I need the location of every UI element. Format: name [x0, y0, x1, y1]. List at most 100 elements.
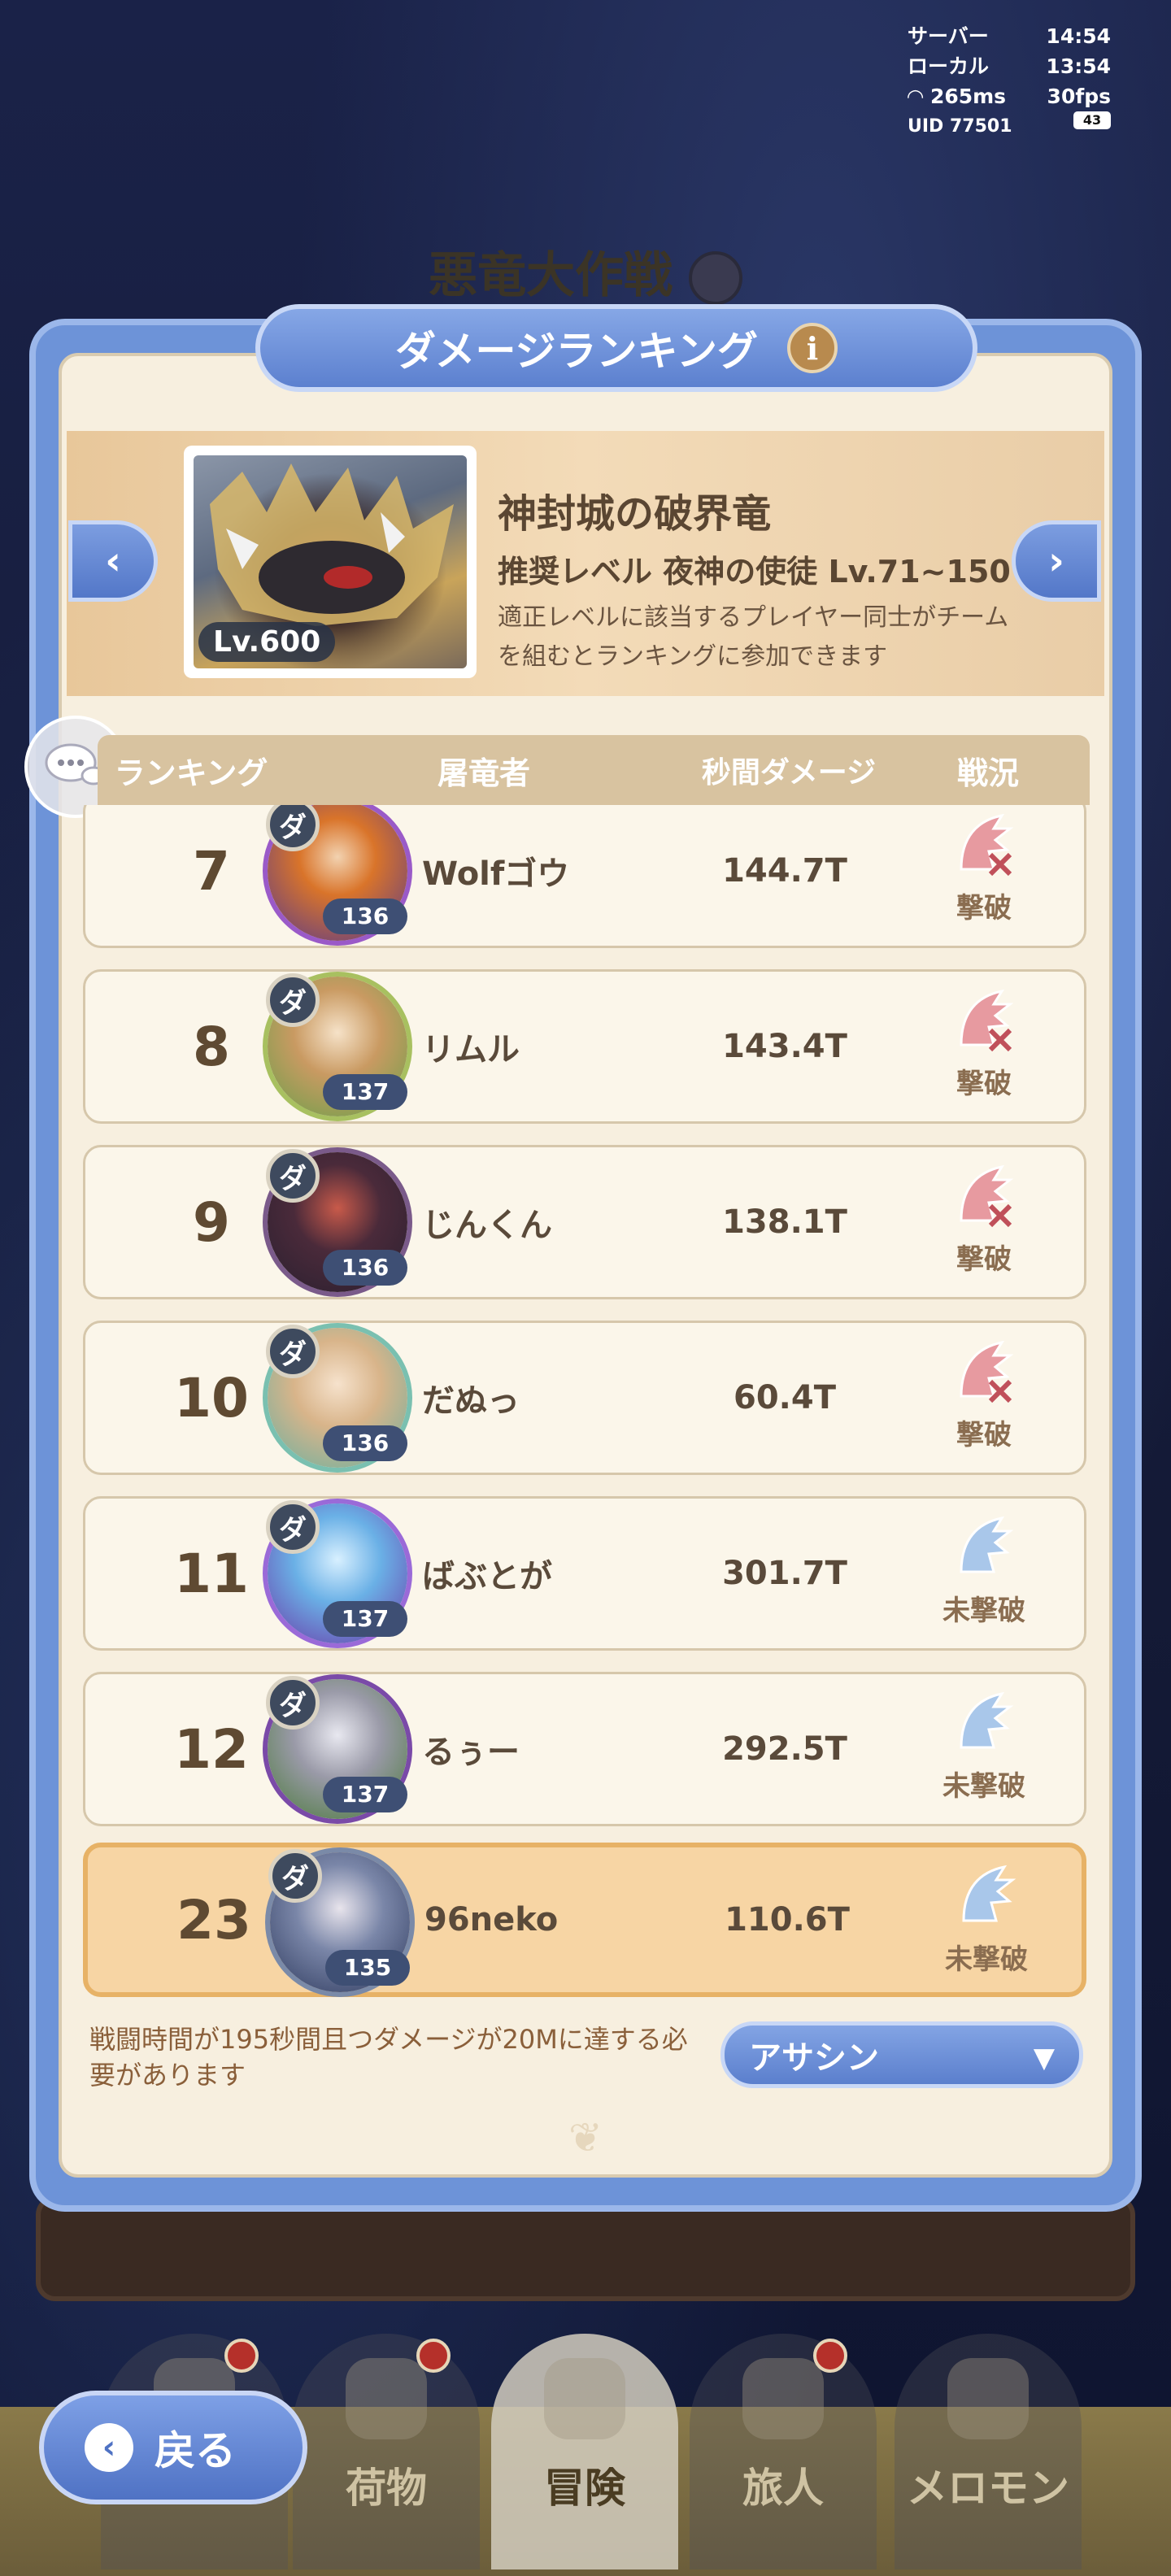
boss-participation-note: 適正レベルに該当するプレイヤー同士がチームを組むとランキングに参加できます	[498, 603, 1009, 671]
nav-item-melomon[interactable]: メロモン	[895, 2334, 1082, 2569]
chest-icon	[346, 2358, 427, 2439]
player-level-badge: 137	[323, 1074, 407, 1110]
dragon-boss-image: Lv.600	[194, 455, 467, 668]
player-dps: 292.5T	[722, 1730, 847, 1768]
local-time: 13:54	[1046, 54, 1111, 78]
uid-value: UID 77501	[908, 116, 1012, 137]
dragon-defeated-icon	[945, 805, 1023, 882]
header-rank: ランキング	[114, 755, 268, 791]
player-level-badge: 136	[323, 1250, 407, 1286]
dragon-undefeated-icon	[947, 1856, 1025, 1934]
player-dps: 301.7T	[722, 1555, 847, 1592]
header-dps: 秒間ダメージ	[701, 756, 877, 790]
dragon-undefeated-icon	[945, 1507, 1023, 1585]
ping-value: 265ms	[929, 85, 1007, 108]
dragon-defeated-icon	[945, 1155, 1023, 1234]
chevron-left-icon: ‹	[105, 538, 121, 584]
ranking-row[interactable]: 7 ダ 136 Wolfゴウ 144.7T 撃破	[83, 805, 1086, 948]
dragon-defeated-icon	[945, 980, 1023, 1058]
player-dps: 138.1T	[722, 1203, 847, 1241]
nav-item-adventure[interactable]: 冒険	[491, 2334, 678, 2569]
modal-title-bar: ダメージランキング i	[255, 304, 977, 392]
player-level-badge: 137	[323, 1777, 407, 1812]
player-dps: 60.4T	[734, 1379, 836, 1416]
class-select-value: アサシン	[749, 2039, 879, 2077]
player-name: リムル	[422, 1031, 520, 1068]
server-label: サーバー	[908, 24, 989, 48]
battle-status: 撃破	[907, 972, 1061, 1121]
assassin-class-icon: ダ	[266, 1676, 320, 1730]
caret-down-icon: ▼	[1033, 2042, 1055, 2074]
player-level-badge: 136	[323, 899, 407, 934]
back-button[interactable]: ‹ 戻る	[39, 2391, 307, 2504]
assassin-class-icon: ダ	[266, 1500, 320, 1554]
back-label: 戻る	[155, 2427, 236, 2474]
player-level-badge: 137	[323, 1601, 407, 1637]
player-name: ばぶとが	[422, 1558, 552, 1595]
nav-item-traveler[interactable]: 旅人	[690, 2334, 877, 2569]
info-icon[interactable]: i	[787, 323, 838, 373]
player-dps: 144.7T	[722, 852, 847, 890]
server-time: 14:54	[1046, 24, 1111, 48]
boss-recommended-level: 推奨レベル 夜神の使徒 Lv.71~150	[498, 554, 1011, 590]
ranking-list[interactable]: 7 ダ 136 Wolfゴウ 144.7T 撃破 8 ダ 137 リムル 143…	[81, 805, 1090, 1834]
dragon-defeated-icon	[945, 1331, 1023, 1409]
nav-label-inventory: 荷物	[346, 2465, 427, 2512]
ranking-row[interactable]: 12 ダ 137 るぅー 292.5T 未撃破	[83, 1672, 1086, 1826]
boss-level-badge: Lv.600	[198, 622, 336, 662]
nav-label-traveler: 旅人	[742, 2465, 824, 2512]
status-label: 未撃破	[945, 1943, 1028, 1976]
assassin-class-icon: ダ	[266, 1149, 320, 1203]
status-label: 撃破	[956, 1068, 1012, 1100]
header-player: 屠竜者	[437, 755, 530, 791]
player-dps: 110.6T	[725, 1901, 850, 1939]
boss-portrait: Lv.600	[184, 446, 477, 678]
battle-status: 撃破	[907, 805, 1061, 946]
battery-level: 43	[1082, 112, 1102, 128]
class-select-dropdown[interactable]: アサシン ▼	[720, 2021, 1083, 2088]
player-level-badge: 135	[325, 1950, 410, 1986]
status-label: 撃破	[956, 1419, 1012, 1451]
nav-item-inventory[interactable]: 荷物	[293, 2334, 480, 2569]
ping-readout: ◠ 265ms	[908, 81, 1006, 111]
ranking-row[interactable]: 8 ダ 137 リムル 143.4T 撃破	[83, 969, 1086, 1124]
player-dps: 143.4T	[722, 1028, 847, 1065]
next-boss-button[interactable]: ›	[1012, 520, 1101, 602]
ranking-row[interactable]: 9 ダ 136 じんくん 138.1T 撃破	[83, 1145, 1086, 1299]
nav-label-melomon: メロモン	[907, 2465, 1069, 2512]
header-status: 戦況	[956, 755, 1019, 791]
battle-status: 撃破	[907, 1147, 1061, 1297]
chevron-left-icon: ‹	[85, 2423, 133, 2472]
player-name: Wolfゴウ	[422, 855, 570, 893]
my-ranking-row[interactable]: 23 ダ 135 96neko 110.6T 未撃破	[83, 1843, 1086, 1997]
crossed-swords-icon	[544, 2358, 625, 2439]
modal-title: ダメージランキング	[395, 328, 758, 375]
player-name: じんくん	[422, 1207, 552, 1244]
assassin-class-icon: ダ	[266, 973, 320, 1027]
assassin-class-icon: ダ	[268, 1849, 322, 1903]
event-title: 悪竜大作戦	[0, 236, 1171, 307]
status-label: 撃破	[956, 1243, 1012, 1276]
status-label: 未撃破	[942, 1595, 1025, 1627]
requirement-note: 戦闘時間が195秒間且つダメージが20Mに達する必要があります	[89, 2024, 688, 2091]
status-hud: サーバー 14:54 ローカル 13:54 ◠ 265ms 30fps UID 775…	[908, 21, 1111, 141]
battle-status: 未撃破	[907, 1499, 1061, 1648]
status-label: 撃破	[956, 892, 1012, 925]
boss-name: 神封城の破界竜	[498, 491, 772, 537]
battery-icon: 43	[1073, 111, 1111, 129]
ranking-row[interactable]: 11 ダ 137 ばぶとが 301.7T 未撃破	[83, 1496, 1086, 1651]
notification-dot	[224, 2339, 259, 2373]
prev-boss-button[interactable]: ‹	[68, 520, 158, 602]
ranking-row[interactable]: 10 ダ 136 だぬっ 60.4T 撃破	[83, 1321, 1086, 1475]
player-level-badge: 136	[323, 1425, 407, 1461]
notification-dot	[416, 2339, 451, 2373]
battle-status: 未撃破	[909, 1847, 1064, 1992]
assassin-class-icon: ダ	[266, 1325, 320, 1378]
battle-status: 未撃破	[907, 1674, 1061, 1824]
player-name: だぬっ	[422, 1382, 520, 1420]
battle-status: 撃破	[907, 1323, 1061, 1473]
book-icon	[689, 251, 742, 306]
nav-label-adventure: 冒険	[544, 2465, 625, 2512]
fps-value: 30fps	[1047, 85, 1111, 108]
player-name: 96neko	[424, 1901, 559, 1939]
